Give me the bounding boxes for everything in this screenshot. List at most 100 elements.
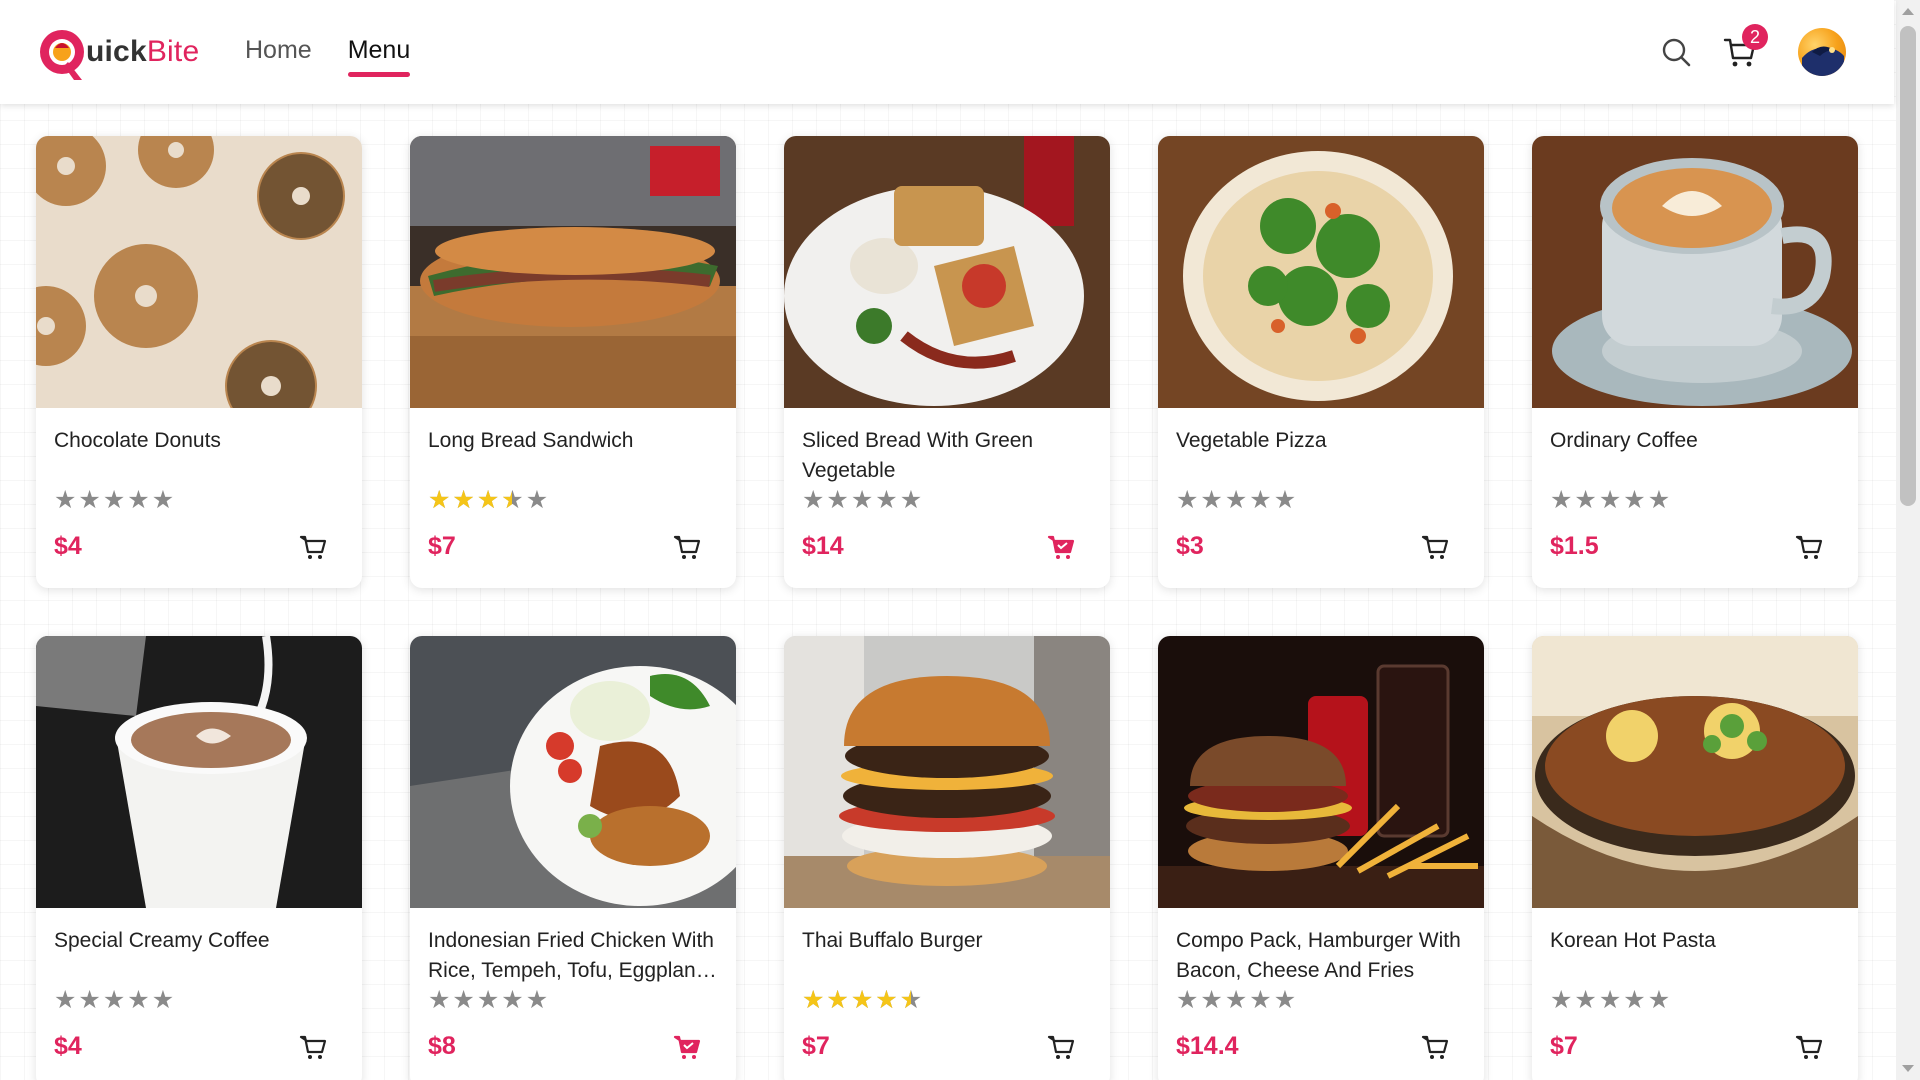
star-icon: ★★ (875, 986, 898, 1014)
brand-name-part-1: uick (86, 35, 147, 68)
product-card[interactable]: Compo Pack, Hamburger With Bacon, Cheese… (1158, 636, 1484, 1080)
star-icon: ★ (428, 986, 451, 1014)
product-card[interactable]: Indonesian Fried Chicken With Rice, Temp… (410, 636, 736, 1080)
cart-icon (1795, 535, 1823, 559)
product-name: Indonesian Fried Chicken With Rice, Temp… (428, 929, 714, 982)
cart-icon (673, 1035, 701, 1059)
star-icon: ★ (1224, 486, 1248, 514)
star-icon: ★ (102, 486, 126, 514)
scroll-down-arrow-icon[interactable] (1902, 1065, 1914, 1072)
product-card[interactable]: Ordinary Coffee ★ ★ ★ ★ ★ $1.5 (1532, 136, 1858, 588)
star-icon: ★ (1249, 986, 1272, 1014)
latte-pour-image (36, 636, 362, 908)
product-card[interactable]: Special Creamy Coffee ★ ★ ★ ★ ★ $4 (36, 636, 362, 1080)
scroll-up-arrow-icon[interactable] (1902, 8, 1914, 15)
pizza-image (1158, 136, 1484, 408)
burger-image (784, 636, 1110, 908)
star-icon: ★ (1273, 486, 1297, 514)
star-icon: ★ (1574, 486, 1597, 514)
product-card[interactable]: Sliced Bread With Green Vegetable ★ ★ ★ ★ ★ … (784, 136, 1110, 588)
star-icon: ★ (802, 486, 825, 514)
star-icon: ★ (1647, 486, 1671, 514)
add-to-cart-button[interactable] (298, 1032, 328, 1062)
cart-icon (1421, 1035, 1449, 1059)
star-icon: ★ (850, 486, 874, 514)
star-icon: ★ (1550, 986, 1573, 1014)
star-icon: ★ (54, 986, 77, 1014)
star-icon: ★★ (452, 486, 475, 514)
star-icon: ★ (1623, 986, 1646, 1014)
add-to-cart-button[interactable] (1794, 1032, 1824, 1062)
star-icon: ★★ (501, 486, 524, 514)
noodle-bowl-image (1532, 636, 1858, 908)
page-scrollbar[interactable] (1896, 0, 1920, 1080)
star-icon: ★ (826, 486, 849, 514)
cart-icon (1421, 535, 1449, 559)
add-to-cart-button[interactable] (298, 532, 328, 562)
star-icon: ★ (127, 486, 150, 514)
add-to-cart-button[interactable] (672, 532, 702, 562)
add-to-cart-button[interactable] (1420, 532, 1450, 562)
product-card[interactable]: Korean Hot Pasta ★ ★ ★ ★ ★ $7 (1532, 636, 1858, 1080)
star-icon: ★ (1550, 486, 1573, 514)
product-price: $7 (802, 1032, 830, 1060)
star-icon: ★ (78, 986, 101, 1014)
bagels-image (36, 136, 362, 408)
burger-combo-image (1158, 636, 1484, 908)
cart-icon (1047, 1035, 1075, 1059)
star-icon: ★ (1249, 486, 1272, 514)
scroll-thumb[interactable] (1900, 26, 1916, 506)
rating-stars: ★★★★★★★★★★ (802, 988, 922, 1013)
product-name: Vegetable Pizza (1176, 429, 1327, 452)
add-to-cart-button[interactable] (672, 1032, 702, 1062)
nav-link-menu[interactable]: Menu (347, 36, 410, 77)
fried-chicken-image (410, 636, 736, 908)
star-icon: ★ (501, 986, 524, 1014)
sandwich-image (410, 136, 736, 408)
top-navbar: uickBite Home Menu 2 (0, 0, 1894, 104)
star-icon: ★ (452, 986, 475, 1014)
search-button[interactable] (1660, 36, 1692, 68)
brand-name-part-2: Bite (146, 35, 200, 68)
product-price: $7 (428, 532, 456, 560)
coffee-cup-image (1532, 136, 1858, 408)
nav-link-home[interactable]: Home (245, 36, 312, 77)
product-price: $3 (1176, 532, 1204, 560)
product-price: $14 (802, 532, 844, 560)
product-name: Long Bread Sandwich (428, 429, 634, 452)
product-card[interactable]: Vegetable Pizza ★ ★ ★ ★ ★ $3 (1158, 136, 1484, 588)
add-to-cart-button[interactable] (1046, 532, 1076, 562)
star-icon: ★★ (850, 986, 874, 1014)
product-price: $1.5 (1550, 532, 1599, 560)
product-card[interactable]: Thai Buffalo Burger ★★★★★★★★★★ $7 (784, 636, 1110, 1080)
star-icon: ★★ (428, 486, 451, 514)
logo-q-icon (40, 30, 84, 80)
add-to-cart-button[interactable] (1420, 1032, 1450, 1062)
star-icon: ★ (525, 986, 549, 1014)
product-grid: Chocolate Donuts ★ ★ ★ ★ ★ $4 Long Bread San… (36, 136, 1860, 1080)
product-card[interactable]: Long Bread Sandwich ★★★★★★★★★ $7 (410, 136, 736, 588)
product-price: $7 (1550, 1032, 1578, 1060)
star-icon: ★ (102, 986, 126, 1014)
rating-stars: ★ ★ ★ ★ ★ (428, 988, 548, 1013)
star-icon: ★ (1598, 986, 1622, 1014)
rating-stars: ★★★★★★★★★ (428, 488, 548, 513)
product-card[interactable]: Chocolate Donuts ★ ★ ★ ★ ★ $4 (36, 136, 362, 588)
cart-icon (673, 535, 701, 559)
add-to-cart-button[interactable] (1046, 1032, 1076, 1062)
product-name: Chocolate Donuts (54, 429, 221, 452)
cart-count-badge: 2 (1742, 24, 1768, 50)
product-name: Korean Hot Pasta (1550, 929, 1716, 952)
rating-stars: ★ ★ ★ ★ ★ (802, 488, 922, 513)
cart-icon (299, 535, 327, 559)
star-icon: ★★ (899, 986, 923, 1014)
star-icon: ★ (1176, 986, 1199, 1014)
star-icon: ★★ (476, 486, 500, 514)
star-icon: ★ (1598, 486, 1622, 514)
add-to-cart-button[interactable] (1794, 532, 1824, 562)
user-avatar[interactable] (1798, 28, 1846, 76)
brand-logo[interactable]: uickBite (38, 26, 199, 84)
star-icon: ★ (78, 486, 101, 514)
star-icon: ★ (875, 486, 898, 514)
cart-icon (299, 1035, 327, 1059)
